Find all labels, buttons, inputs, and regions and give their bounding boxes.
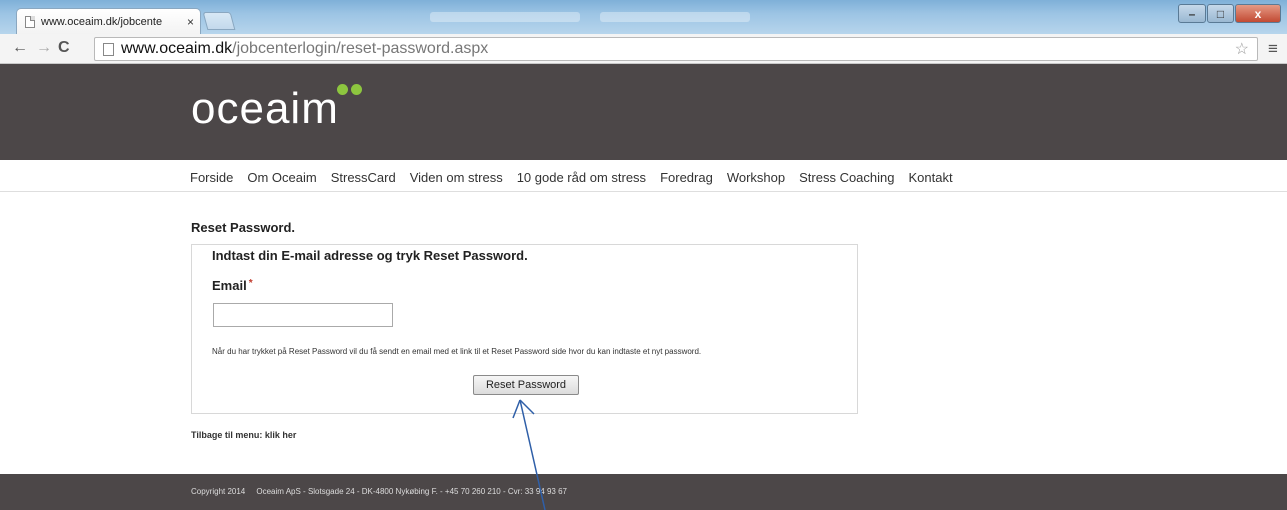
address-bar[interactable]: www.oceaim.dk/jobcenterlogin/reset-passw… [94,37,1258,61]
browser-tab[interactable]: www.oceaim.dk/jobcente × [16,8,201,34]
minimize-button[interactable]: – [1178,4,1206,23]
screenshot: www.oceaim.dk/jobcente × – □ x ← → C www… [0,0,1287,510]
page-icon [103,42,114,56]
nav-item-viden-om-stress[interactable]: Viden om stress [410,170,503,185]
reset-password-form: Indtast din E-mail adresse og tryk Reset… [191,244,858,414]
email-label-text: Email [212,278,247,293]
page-title: Reset Password. [191,220,296,235]
forward-arrow-icon[interactable]: → [36,39,52,57]
url-host: www.oceaim.dk [121,40,233,57]
email-label: Email * [212,278,253,293]
nav-item-foredrag[interactable]: Foredrag [660,170,713,185]
back-to-menu-link[interactable]: Tilbage til menu: klik her [191,430,296,440]
form-heading: Indtast din E-mail adresse og tryk Reset… [212,248,528,263]
star-icon[interactable]: ☆ [1235,39,1249,59]
required-mark: * [248,278,253,289]
tab-title: www.oceaim.dk/jobcente [41,15,163,28]
reset-password-button[interactable]: Reset Password [473,375,579,395]
nav-item-stresscard[interactable]: StressCard [331,170,396,185]
nav-item-om-oceaim[interactable]: Om Oceaim [247,170,316,185]
blurred-window-title [430,12,580,22]
nav-item-kontakt[interactable]: Kontakt [909,170,953,185]
nav-item-forside[interactable]: Forside [190,170,233,185]
maximize-button[interactable]: □ [1207,4,1234,23]
new-tab-button[interactable] [202,12,236,30]
main-nav: Forside Om Oceaim StressCard Viden om st… [0,160,1287,192]
page-icon [25,15,35,28]
reload-icon[interactable]: C [58,39,70,57]
logo-dot [337,84,348,95]
url-path: /jobcenterlogin/reset-password.aspx [232,40,489,57]
close-window-button[interactable]: x [1235,4,1281,23]
nav-item-10-gode-raad[interactable]: 10 gode råd om stress [517,170,646,185]
tab-close-icon[interactable]: × [187,15,194,29]
site-footer: Copyright 2014 Oceaim ApS - Slotsgade 24… [0,474,1287,510]
menu-icon[interactable]: ≡ [1268,39,1278,59]
back-arrow-icon[interactable]: ← [12,39,28,57]
footer-text: Copyright 2014 Oceaim ApS - Slotsgade 24… [191,487,567,496]
nav-item-stress-coaching[interactable]: Stress Coaching [799,170,894,185]
browser-titlebar: www.oceaim.dk/jobcente × – □ x [0,0,1287,34]
nav-item-workshop[interactable]: Workshop [727,170,785,185]
logo[interactable]: oceaim [191,84,339,134]
site-header: oceaim [0,64,1287,160]
logo-dot [351,84,362,95]
info-text: Når du har trykket på Reset Password vil… [212,347,702,356]
email-field[interactable] [213,303,393,327]
browser-toolbar: ← → C www.oceaim.dk/jobcenterlogin/reset… [0,34,1287,64]
blurred-window-title [600,12,750,22]
nav-items: Forside Om Oceaim StressCard Viden om st… [190,170,967,185]
